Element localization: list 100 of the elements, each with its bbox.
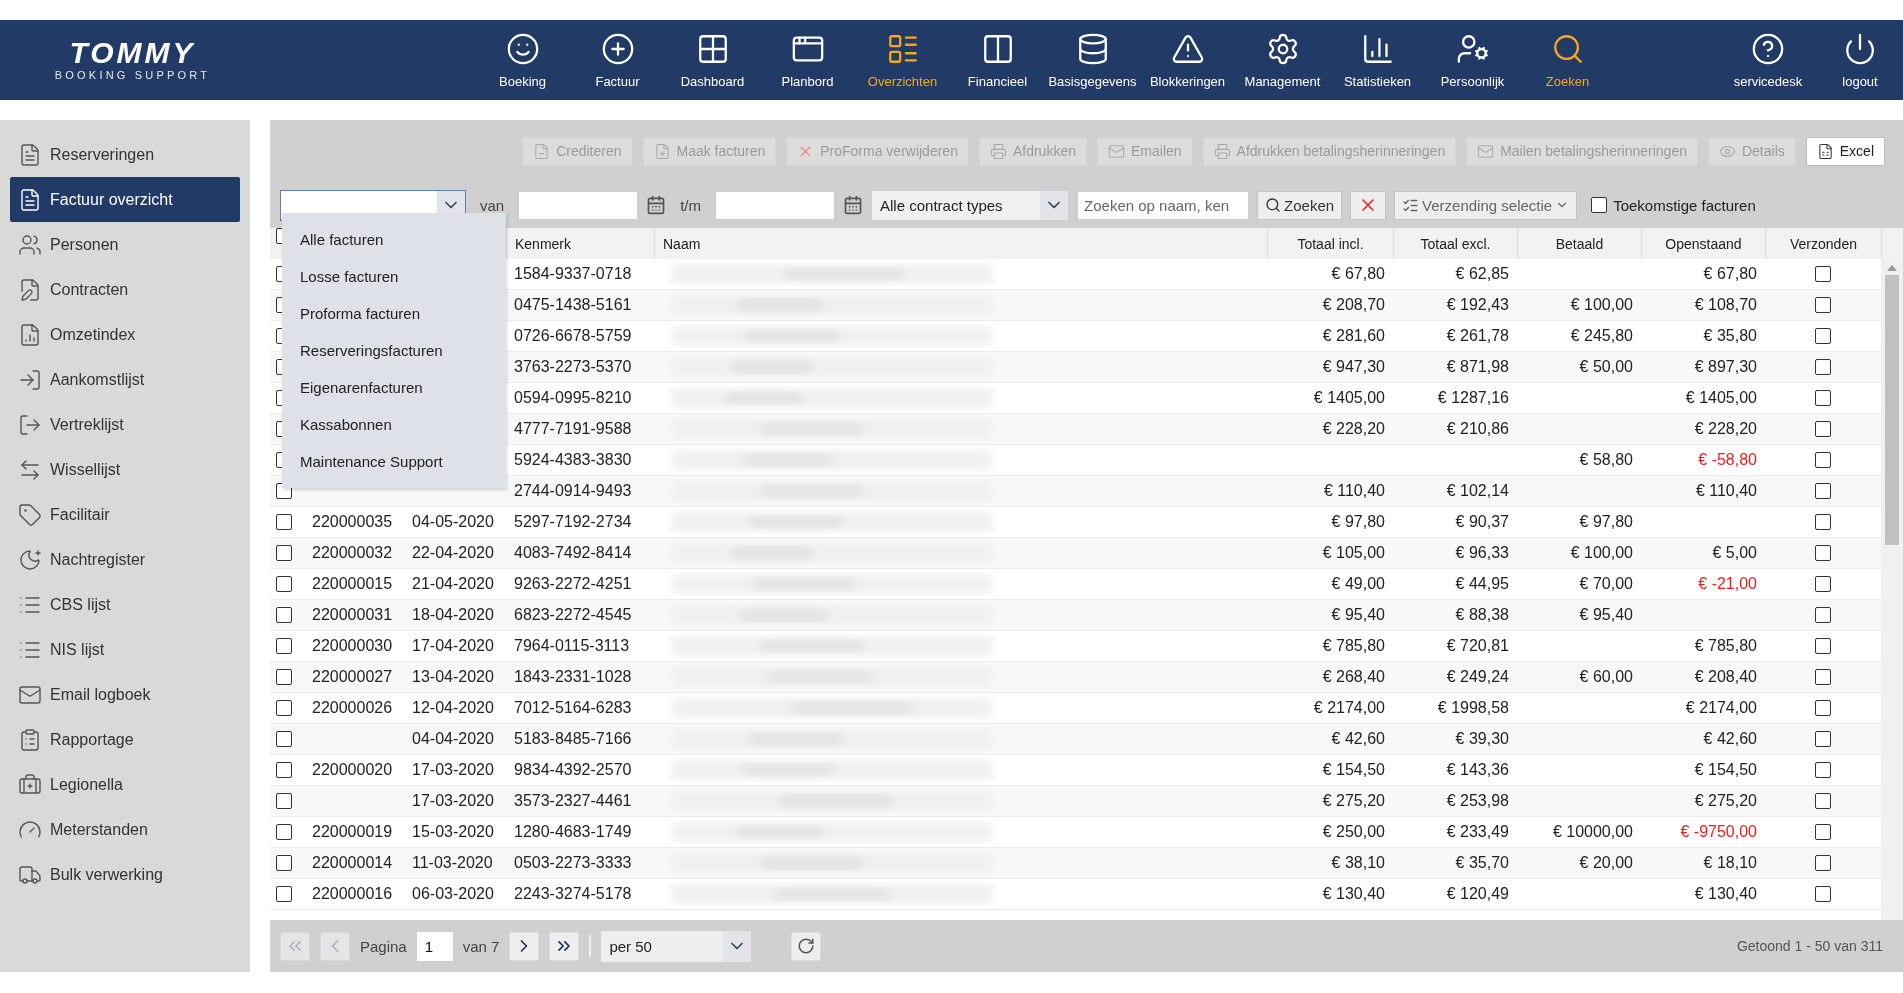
page-field[interactable]: 1 (416, 931, 453, 961)
sent-checkbox[interactable] (1815, 514, 1831, 530)
sent-checkbox[interactable] (1815, 824, 1831, 840)
sent-checkbox[interactable] (1815, 700, 1831, 716)
table-cell: 3763-2273-5370 (514, 358, 632, 375)
sent-checkbox[interactable] (1815, 762, 1831, 778)
from-date-field[interactable] (518, 190, 639, 220)
sidebar-item[interactable]: CBS lijst (10, 582, 240, 627)
sidebar-item[interactable]: Reserveringen (10, 132, 240, 177)
sent-checkbox[interactable] (1815, 483, 1831, 499)
row-checkbox[interactable] (276, 886, 292, 902)
row-checkbox[interactable] (276, 576, 292, 592)
sidebar-item[interactable]: Bulk verwerking (10, 852, 240, 897)
sidebar-item[interactable]: Facilitair (10, 492, 240, 537)
nav-item[interactable]: Persoonlijk (1425, 31, 1520, 89)
nav-item[interactable]: Management (1235, 31, 1330, 89)
dropdown-option[interactable]: Kassabonnen (282, 406, 506, 443)
nav-item[interactable]: Planbord (760, 31, 855, 89)
table-cell: € 60,00 (1579, 668, 1633, 685)
printer-icon (1213, 142, 1231, 160)
nav-item[interactable]: Overzichten (855, 31, 950, 89)
page-size-select[interactable]: per 50 (601, 930, 752, 962)
sidebar-item[interactable]: Contracten (10, 267, 240, 312)
table-cell: € 268,40 (1322, 668, 1385, 685)
sent-checkbox[interactable] (1815, 328, 1831, 344)
nav-item[interactable]: Financieel (950, 31, 1045, 89)
dropdown-option[interactable]: Losse facturen (282, 258, 506, 295)
shipping-select-button[interactable]: Verzending selectie (1394, 190, 1578, 220)
last-page-button[interactable] (549, 931, 580, 961)
sidebar-item[interactable]: Omzetindex (10, 312, 240, 357)
sent-checkbox[interactable] (1815, 421, 1831, 437)
table-cell: 220000030 (312, 637, 393, 654)
sent-checkbox[interactable] (1815, 669, 1831, 685)
table-cell: € 100,00 (1570, 544, 1633, 561)
row-checkbox[interactable] (276, 793, 292, 809)
sidebar-item[interactable]: Wissellijst (10, 447, 240, 492)
sidebar-item[interactable]: Legionella (10, 762, 240, 807)
scrollbar[interactable] (1881, 259, 1903, 920)
nav-item[interactable]: servicedesk (1725, 31, 1811, 89)
sidebar-item[interactable]: Nachtregister (10, 537, 240, 582)
sidebar-item[interactable]: Vertreklijst (10, 402, 240, 447)
sent-checkbox[interactable] (1815, 638, 1831, 654)
nav-item[interactable]: logout (1817, 31, 1903, 89)
row-checkbox[interactable] (276, 514, 292, 530)
table-cell: 2243-3274-5178 (514, 885, 632, 902)
contract-type-select[interactable]: Alle contract types (871, 189, 1070, 221)
sent-checkbox[interactable] (1815, 576, 1831, 592)
row-checkbox[interactable] (276, 545, 292, 561)
sidebar-item[interactable]: Rapportage (10, 717, 240, 762)
sent-checkbox[interactable] (1815, 545, 1831, 561)
table-cell: 5297-7192-2734 (514, 513, 632, 530)
calendar-icon[interactable] (646, 195, 667, 215)
row-checkbox[interactable] (276, 638, 292, 654)
checkbox[interactable] (1591, 197, 1608, 213)
row-checkbox[interactable] (276, 762, 292, 778)
sent-checkbox[interactable] (1815, 390, 1831, 406)
nav-item[interactable]: Statistieken (1330, 31, 1425, 89)
sent-checkbox[interactable] (1815, 855, 1831, 871)
refresh-button[interactable] (791, 931, 822, 961)
table-cell: € 88,38 (1455, 606, 1509, 623)
dropdown-option[interactable]: Reserveringsfacturen (282, 332, 506, 369)
table-cell: € 1998,58 (1437, 699, 1509, 716)
sent-checkbox[interactable] (1815, 359, 1831, 375)
sent-checkbox[interactable] (1815, 793, 1831, 809)
toolbar-button[interactable]: Excel (1805, 136, 1885, 166)
search-field[interactable]: Zoeken op naam, ken (1077, 190, 1250, 220)
row-checkbox[interactable] (276, 700, 292, 716)
sent-checkbox[interactable] (1815, 607, 1831, 623)
table-cell: 04-05-2020 (412, 513, 494, 530)
nav-item[interactable]: Factuur (570, 31, 665, 89)
row-checkbox[interactable] (276, 855, 292, 871)
sent-checkbox[interactable] (1815, 452, 1831, 468)
sidebar-item[interactable]: Aankomstlijst (10, 357, 240, 402)
dropdown-option[interactable]: Alle facturen (282, 221, 506, 258)
dropdown-option[interactable]: Maintenance Support (282, 443, 506, 480)
sent-checkbox[interactable] (1815, 886, 1831, 902)
table-cell: 17-03-2020 (412, 792, 494, 809)
nav-item[interactable]: Boeking (475, 31, 570, 89)
dropdown-option[interactable]: Proforma facturen (282, 295, 506, 332)
calendar-icon[interactable] (843, 195, 864, 215)
sidebar-item[interactable]: Personen (10, 222, 240, 267)
sidebar-item[interactable]: NIS lijst (10, 627, 240, 672)
sent-checkbox[interactable] (1815, 731, 1831, 747)
sidebar-item[interactable]: Meterstanden (10, 807, 240, 852)
row-checkbox[interactable] (276, 731, 292, 747)
sent-checkbox[interactable] (1815, 297, 1831, 313)
to-date-field[interactable] (715, 190, 836, 220)
nav-item[interactable]: Zoeken (1520, 31, 1615, 89)
sidebar-item[interactable]: Factuur overzicht (10, 177, 240, 222)
nav-item[interactable]: Basisgegevens (1045, 31, 1140, 89)
dropdown-option[interactable]: Eigenarenfacturen (282, 369, 506, 406)
nav-item[interactable]: Blokkeringen (1140, 31, 1235, 89)
row-checkbox[interactable] (276, 824, 292, 840)
row-checkbox[interactable] (276, 607, 292, 623)
next-page-button[interactable] (509, 931, 540, 961)
row-checkbox[interactable] (276, 669, 292, 685)
sent-checkbox[interactable] (1815, 266, 1831, 282)
search-button[interactable]: Zoeken (1257, 190, 1343, 220)
nav-item[interactable]: Dashboard (665, 31, 760, 89)
sidebar-item[interactable]: Email logboek (10, 672, 240, 717)
